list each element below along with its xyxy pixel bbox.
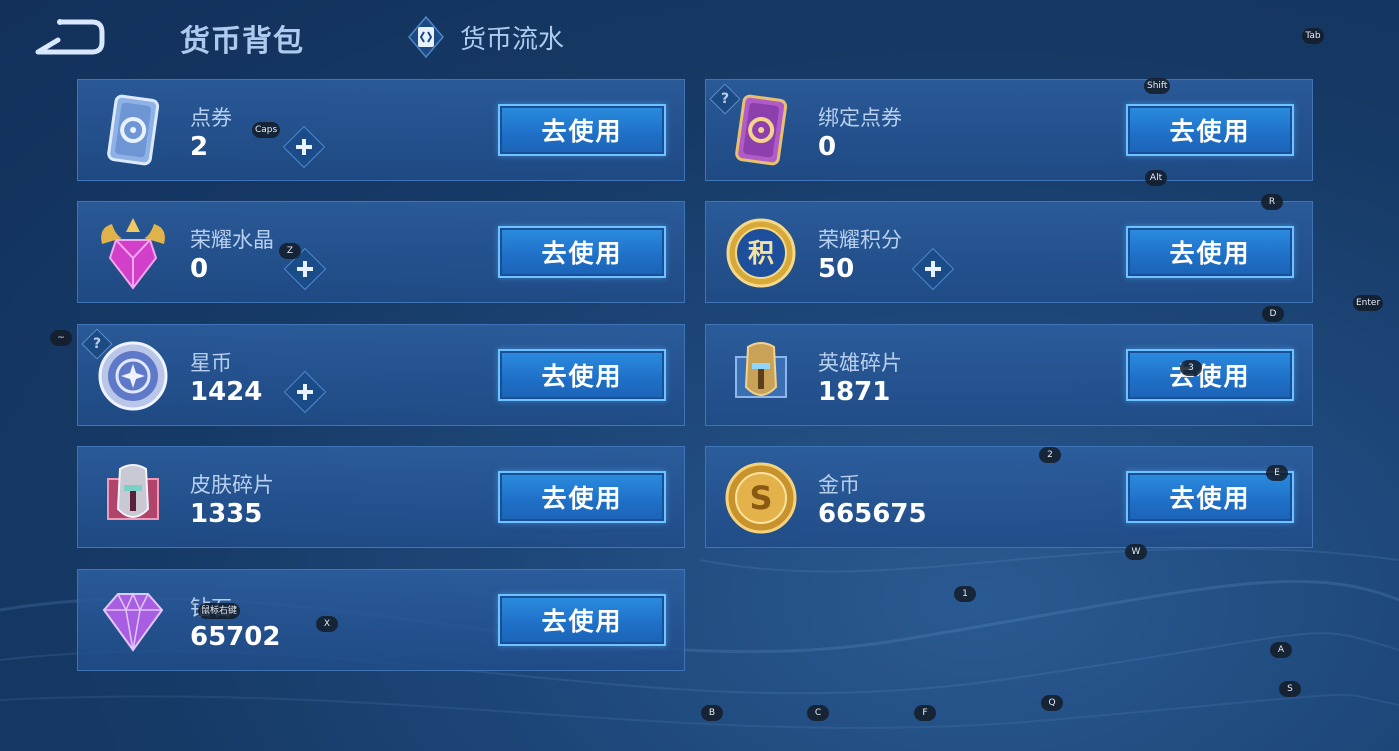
key-hint-2: 2 xyxy=(1039,447,1061,463)
card-skin-fragment: 皮肤碎片 1335 去使用 xyxy=(77,446,685,548)
flow-card-icon xyxy=(408,16,444,58)
key-hint-r: R xyxy=(1261,194,1283,210)
glory-points-icon: 积 xyxy=(726,218,796,288)
card-count: 0 xyxy=(190,254,209,284)
key-hint-w: W xyxy=(1125,544,1147,560)
card-name: 金币 xyxy=(818,473,860,497)
card-name: 英雄碎片 xyxy=(818,351,902,375)
key-hint-a: A xyxy=(1270,642,1292,658)
glory-points-glyph: 积 xyxy=(748,239,774,269)
use-diamond-button[interactable]: 去使用 xyxy=(498,594,666,646)
add-voucher-button[interactable] xyxy=(282,125,326,169)
card-star-coin: ? 星币 1424 去使用 xyxy=(77,324,685,426)
key-hint-z: Z xyxy=(279,243,301,259)
key-hint-1: 1 xyxy=(954,586,976,602)
card-name: 荣耀积分 xyxy=(818,228,902,252)
back-arrow-icon[interactable] xyxy=(30,16,106,58)
add-glory-points-button[interactable] xyxy=(911,247,955,291)
key-hint-b: B xyxy=(701,705,723,721)
card-hero-fragment: 英雄碎片 1871 去使用 xyxy=(705,324,1313,426)
use-voucher-button[interactable]: 去使用 xyxy=(498,104,666,156)
card-name: 绑定点券 xyxy=(818,106,902,130)
card-count: 1424 xyxy=(190,377,263,407)
use-hero-fragment-button[interactable]: 去使用 xyxy=(1126,349,1294,401)
hero-fragment-icon xyxy=(735,342,787,398)
mouse-right-tooltip: 鼠标右键 xyxy=(198,603,241,619)
use-bound-voucher-button[interactable]: 去使用 xyxy=(1126,104,1294,156)
card-gold-coin: S 金币 665675 去使用 xyxy=(705,446,1313,548)
key-hint-e: E xyxy=(1266,465,1288,481)
card-count: 1871 xyxy=(818,377,891,407)
key-hint-shift: Shift xyxy=(1144,78,1171,94)
currency-flow-button[interactable]: 货币流水 xyxy=(408,16,564,58)
use-skin-fragment-button[interactable]: 去使用 xyxy=(498,471,666,523)
card-diamond: 钻石 65702 去使用 xyxy=(77,569,685,671)
page-title: 货币背包 xyxy=(180,24,304,59)
card-count: 65702 xyxy=(190,622,281,652)
card-count: 2 xyxy=(190,132,209,162)
star-coin-icon xyxy=(98,341,168,411)
currency-flow-label: 货币流水 xyxy=(460,24,565,55)
key-hint-3: 3 xyxy=(1180,360,1202,376)
use-glory-points-button[interactable]: 去使用 xyxy=(1126,226,1294,278)
use-star-coin-button[interactable]: 去使用 xyxy=(498,349,666,401)
glory-crystal-icon xyxy=(101,218,165,290)
card-count: 665675 xyxy=(818,499,927,529)
key-hint-enter: Enter xyxy=(1353,295,1384,311)
key-hint-x: X xyxy=(316,616,338,632)
card-name: 皮肤碎片 xyxy=(190,473,274,497)
diamond-icon xyxy=(102,592,164,652)
key-hint-c: C xyxy=(807,705,829,721)
key-hint-tab: Tab xyxy=(1302,28,1324,44)
card-name: 星币 xyxy=(190,351,232,375)
gold-coin-glyph: S xyxy=(749,479,772,517)
use-glory-crystal-button[interactable]: 去使用 xyxy=(498,226,666,278)
card-glory-crystal: 荣耀水晶 0 去使用 xyxy=(77,201,685,303)
key-hint-f: F xyxy=(914,705,936,721)
skin-fragment-icon xyxy=(107,464,159,520)
key-hint-caps: Caps xyxy=(252,122,281,138)
card-count: 50 xyxy=(818,254,855,284)
card-voucher: 点券 2 去使用 xyxy=(77,79,685,181)
card-count: 1335 xyxy=(190,499,263,529)
card-count: 0 xyxy=(818,132,837,162)
card-bound-voucher: ? 绑定点券 0 去使用 xyxy=(705,79,1313,181)
add-star-coin-button[interactable] xyxy=(283,370,327,414)
card-glory-points: 积 荣耀积分 50 去使用 xyxy=(705,201,1313,303)
key-hint-alt: Alt xyxy=(1145,170,1167,186)
card-name: 荣耀水晶 xyxy=(190,228,274,252)
key-hint-q: Q xyxy=(1041,695,1063,711)
bound-voucher-icon xyxy=(735,94,788,166)
key-hint-tilde: ~ xyxy=(50,330,72,346)
voucher-icon xyxy=(107,94,160,166)
key-hint-d: D xyxy=(1262,306,1284,322)
card-name: 点券 xyxy=(190,106,232,130)
gold-coin-icon: S xyxy=(725,462,797,534)
key-hint-s: S xyxy=(1279,681,1301,697)
